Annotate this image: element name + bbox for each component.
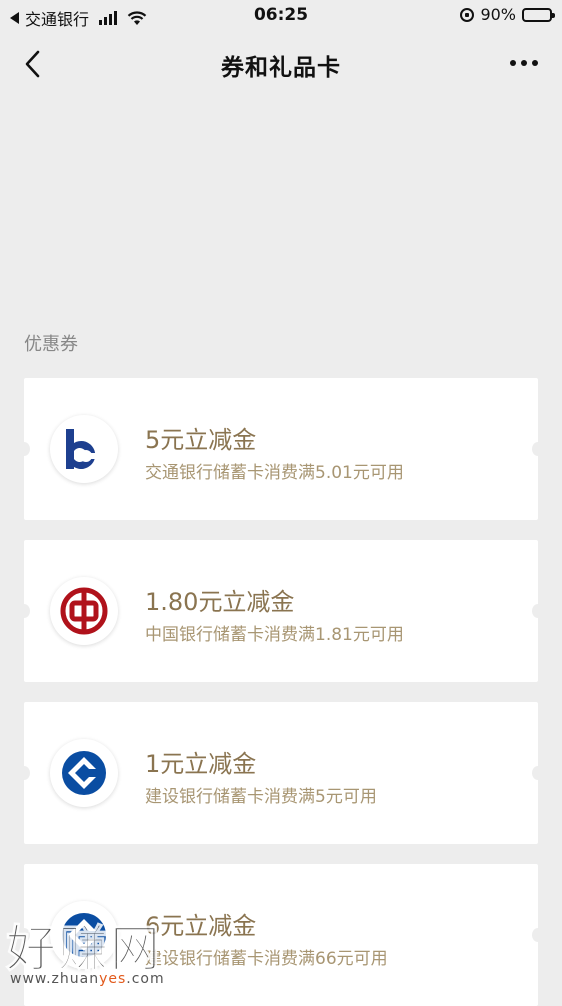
ticket-notch [18, 604, 30, 618]
coupon-card[interactable]: 1元立减金 建设银行储蓄卡消费满5元可用 [18, 702, 544, 844]
page-title: 券和礼品卡 [221, 55, 341, 81]
bank-logo-ccb [50, 739, 118, 807]
coupon-title: 6元立减金 [145, 912, 257, 940]
boc-logo-icon [60, 587, 108, 635]
more-dot [532, 60, 538, 66]
coupon-title: 1元立减金 [145, 750, 257, 778]
coupon-card[interactable]: 5元立减金 交通银行储蓄卡消费满5.01元可用 [18, 378, 544, 520]
coupon-card[interactable]: 6元立减金 建设银行储蓄卡消费满66元可用 [18, 864, 544, 1006]
ticket-notch [18, 928, 30, 942]
section-label-coupons: 优惠券 [24, 334, 78, 355]
coupon-description: 建设银行储蓄卡消费满66元可用 [145, 949, 388, 969]
coupon-card[interactable]: 1.80元立减金 中国银行储蓄卡消费满1.81元可用 [18, 540, 544, 682]
ticket-notch [532, 766, 544, 780]
more-dot [510, 60, 516, 66]
ccb-logo-icon [62, 913, 106, 957]
coupon-description: 中国银行储蓄卡消费满1.81元可用 [145, 625, 404, 645]
ticket-notch [532, 604, 544, 618]
battery-percent: 90% [480, 5, 516, 24]
ticket-notch [18, 766, 30, 780]
ticket-notch [18, 442, 30, 456]
bank-logo-ccb [50, 901, 118, 969]
coupon-description: 交通银行储蓄卡消费满5.01元可用 [145, 463, 404, 483]
orientation-lock-icon [460, 7, 475, 22]
coupon-title: 5元立减金 [145, 426, 257, 454]
status-right: 90% [460, 5, 555, 24]
bocom-logo-icon [66, 429, 99, 469]
ticket-notch [532, 442, 544, 456]
battery-icon [522, 7, 555, 22]
ccb-logo-icon [62, 751, 106, 795]
coupon-title: 1.80元立减金 [145, 588, 295, 616]
more-dot [521, 60, 527, 66]
status-bar: 交通银行 06:25 90% [0, 0, 562, 32]
ticket-notch [532, 928, 544, 942]
more-button[interactable] [504, 52, 544, 74]
nav-bar: 券和礼品卡 [0, 32, 562, 94]
bank-logo-bocom [50, 415, 118, 483]
bank-logo-boc [50, 577, 118, 645]
coupon-description: 建设银行储蓄卡消费满5元可用 [145, 787, 377, 807]
